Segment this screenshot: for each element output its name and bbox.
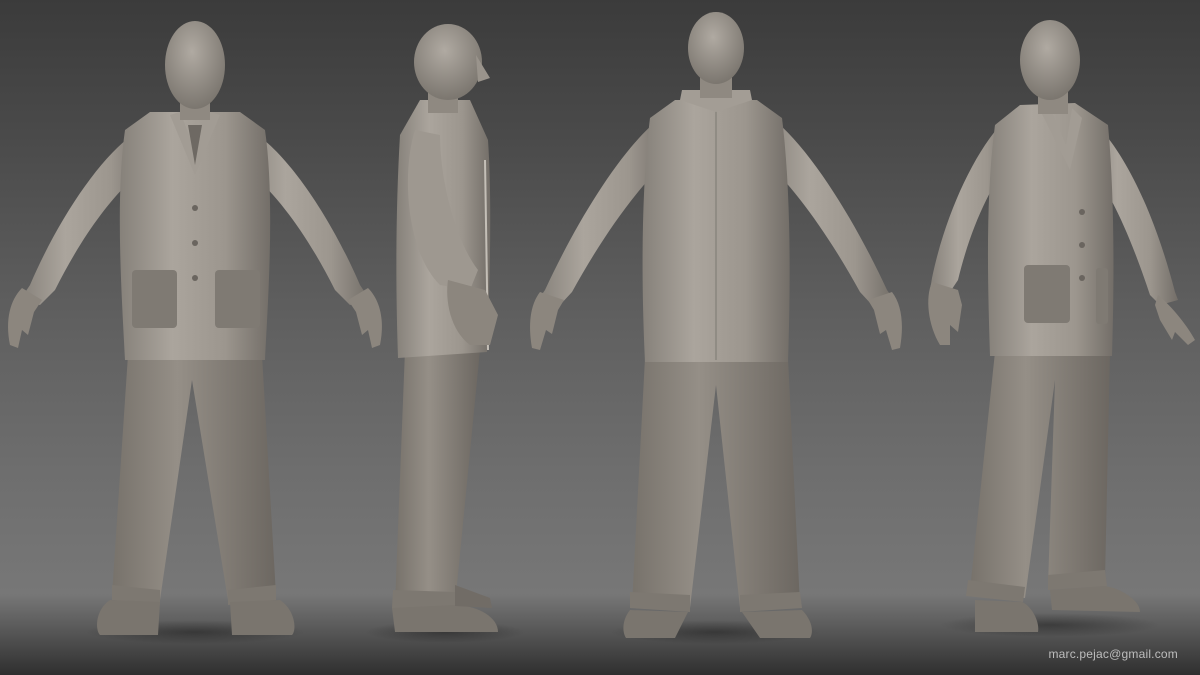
figure-front-view xyxy=(8,21,382,644)
figure-three-quarter-view xyxy=(928,20,1195,637)
turnaround-canvas xyxy=(8,12,1195,644)
figure-side-view xyxy=(365,24,525,643)
author-email-credit: marc.pejac@gmail.com xyxy=(1048,647,1178,661)
sculpt-turnaround-render: marc.pejac@gmail.com xyxy=(0,0,1200,675)
figure-back-view xyxy=(530,12,902,644)
